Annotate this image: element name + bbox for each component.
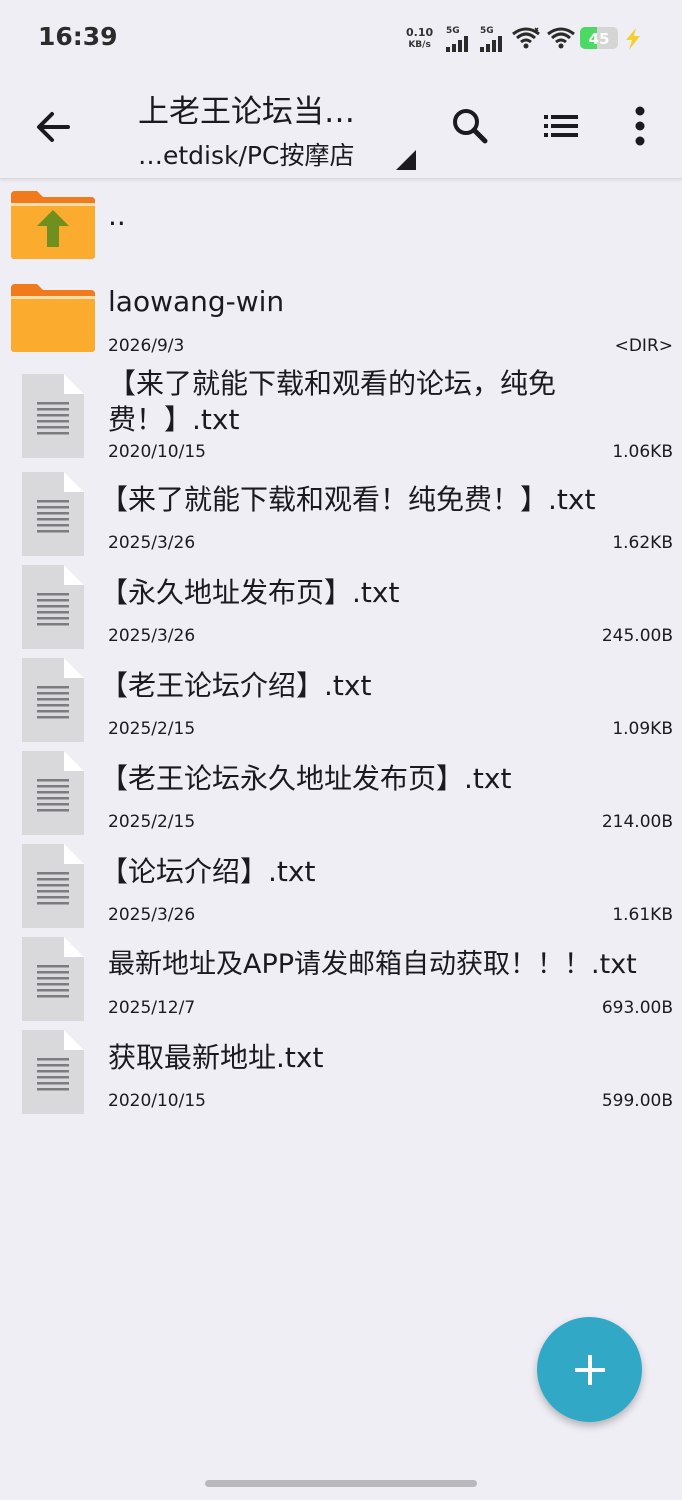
file-date: 2026/9/3 bbox=[108, 336, 185, 356]
gesture-nav-handle[interactable] bbox=[205, 1480, 477, 1487]
file-name: 【永久地址发布页】.txt bbox=[100, 576, 400, 609]
add-button[interactable] bbox=[537, 1317, 642, 1422]
file-name: 【来了就能下载和观看！纯免费！】.txt bbox=[100, 483, 596, 516]
file-size: 693.00B bbox=[601, 998, 673, 1018]
text-file-icon bbox=[22, 472, 84, 556]
list-item-parent[interactable]: .. bbox=[0, 180, 682, 272]
file-date: 2020/10/15 bbox=[108, 442, 206, 462]
text-file-icon bbox=[22, 1030, 84, 1114]
wifi-icon-2 bbox=[547, 27, 575, 49]
file-name-line-2: 费！】.txt bbox=[108, 403, 240, 436]
file-date: 2025/3/26 bbox=[108, 905, 196, 925]
network-speed: 0.10 KB/s bbox=[406, 27, 433, 51]
file-name: 最新地址及APP请发邮箱自动获取！！！.txt bbox=[108, 949, 637, 980]
list-item-file[interactable]: 【来了就能下载和观看！纯免费！】.txt 2025/3/26 1.62KB bbox=[0, 466, 682, 559]
status-time: 16:39 bbox=[38, 22, 118, 51]
list-item-file[interactable]: 【永久地址发布页】.txt 2025/3/26 245.00B bbox=[0, 559, 682, 652]
list-item-folder[interactable]: laowang-win 2026/9/3 <DIR> bbox=[0, 272, 682, 362]
app-toolbar: 上老王论坛当… …etdisk/PC按摩店 bbox=[0, 78, 682, 179]
charging-bolt-icon bbox=[626, 28, 640, 50]
toolbar-title[interactable]: 上老王论坛当… bbox=[138, 86, 355, 131]
list-item-file[interactable]: 获取最新地址.txt 2020/10/15 599.00B bbox=[0, 1024, 682, 1117]
file-size: 1.61KB bbox=[612, 905, 673, 925]
file-size: 214.00B bbox=[601, 812, 673, 832]
more-vertical-icon[interactable] bbox=[614, 100, 666, 152]
file-date: 2025/2/15 bbox=[108, 812, 196, 832]
file-date: 2020/10/15 bbox=[108, 1091, 206, 1111]
list-item-file[interactable]: 【来了就能下载和观看的论坛，纯免 费！】.txt 2020/10/15 1.06… bbox=[0, 362, 682, 466]
file-date: 2025/2/15 bbox=[108, 719, 196, 739]
file-name: 【老王论坛永久地址发布页】.txt bbox=[100, 762, 512, 795]
file-size: 1.09KB bbox=[612, 719, 673, 739]
list-item-file[interactable]: 【老王论坛永久地址发布页】.txt 2025/2/15 214.00B bbox=[0, 745, 682, 838]
path-dropdown-icon[interactable] bbox=[396, 150, 416, 170]
text-file-icon bbox=[22, 374, 84, 458]
status-bar: 16:39 0.10 KB/s 5G 5G 45 bbox=[0, 0, 682, 78]
battery-icon: 45 bbox=[580, 27, 618, 49]
sim1-label: 5G bbox=[446, 26, 460, 36]
list-view-icon[interactable] bbox=[535, 100, 587, 152]
file-size: <DIR> bbox=[614, 336, 673, 356]
battery-percent: 45 bbox=[588, 30, 610, 48]
file-date: 2025/3/26 bbox=[108, 533, 196, 553]
file-date: 2025/3/26 bbox=[108, 626, 196, 646]
file-size: 245.00B bbox=[601, 626, 673, 646]
file-name: .. bbox=[108, 199, 126, 232]
folder-icon bbox=[11, 284, 95, 352]
file-size: 1.62KB bbox=[612, 533, 673, 553]
search-icon[interactable] bbox=[444, 100, 496, 152]
list-item-file[interactable]: 【老王论坛介绍】.txt 2025/2/15 1.09KB bbox=[0, 652, 682, 745]
text-file-icon bbox=[22, 751, 84, 835]
wifi-icon-1 bbox=[512, 27, 540, 49]
list-item-file[interactable]: 最新地址及APP请发邮箱自动获取！！！.txt 2025/12/7 693.00… bbox=[0, 931, 682, 1024]
file-name: 【老王论坛介绍】.txt bbox=[100, 669, 372, 702]
file-name: 【论坛介绍】.txt bbox=[100, 855, 316, 888]
file-size: 1.06KB bbox=[612, 442, 673, 462]
network-speed-value: 0.10 bbox=[406, 26, 434, 39]
folder-up-icon bbox=[11, 191, 95, 259]
sim2-label: 5G bbox=[480, 26, 494, 36]
list-item-file[interactable]: 【论坛介绍】.txt 2025/3/26 1.61KB bbox=[0, 838, 682, 931]
file-name: laowang-win bbox=[108, 285, 285, 318]
back-arrow-icon[interactable] bbox=[30, 104, 76, 150]
network-speed-unit: KB/s bbox=[408, 40, 431, 50]
text-file-icon bbox=[22, 658, 84, 742]
file-date: 2025/12/7 bbox=[108, 998, 196, 1018]
toolbar-path[interactable]: …etdisk/PC按摩店 bbox=[138, 136, 354, 172]
file-size: 599.00B bbox=[601, 1091, 673, 1111]
text-file-icon bbox=[22, 565, 84, 649]
text-file-icon bbox=[22, 844, 84, 928]
text-file-icon bbox=[22, 937, 84, 1021]
file-name: 获取最新地址.txt bbox=[108, 1041, 324, 1074]
file-name-line-1: 【来了就能下载和观看的论坛，纯免 bbox=[108, 367, 557, 400]
